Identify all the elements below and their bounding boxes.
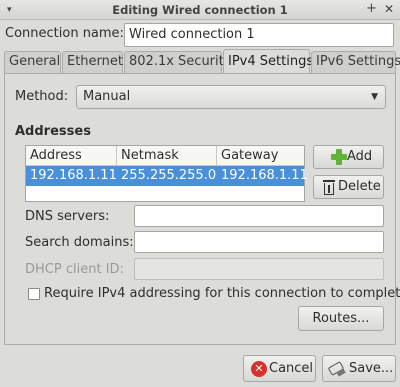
method-select[interactable]: Manual ▼ xyxy=(76,85,386,109)
table-row[interactable]: 192.168.1.11 255.255.255.0 192.168.1.11 xyxy=(26,166,308,186)
dns-servers-label: DNS servers: xyxy=(25,209,110,224)
column-netmask[interactable]: Netmask xyxy=(117,146,217,165)
row-address[interactable]: 192.168.1.11 xyxy=(26,166,117,186)
delete-label: Delete xyxy=(338,179,381,194)
tab-ethernet[interactable]: Ethernet xyxy=(62,51,123,73)
cancel-label: Cancel xyxy=(269,361,314,376)
cancel-icon: ✕ xyxy=(251,361,267,377)
search-domains-input[interactable] xyxy=(134,231,384,253)
column-gateway[interactable]: Gateway xyxy=(217,146,304,165)
column-address[interactable]: Address xyxy=(26,146,117,165)
row-gateway[interactable]: 192.168.1.11 xyxy=(217,166,308,186)
save-label: Save... xyxy=(349,361,394,376)
save-button[interactable]: Save... xyxy=(322,355,396,382)
trash-icon xyxy=(323,180,335,195)
require-ipv4-checkbox[interactable] xyxy=(28,288,40,300)
method-value: Manual xyxy=(83,89,131,104)
addresses-heading: Addresses xyxy=(15,124,91,139)
dns-servers-input[interactable] xyxy=(134,205,384,227)
row-netmask[interactable]: 255.255.255.0 xyxy=(117,166,216,186)
table-header: Address Netmask Gateway xyxy=(26,146,304,166)
add-label: Add xyxy=(347,149,373,164)
tab-general[interactable]: General xyxy=(4,51,61,73)
maximize-icon[interactable]: + xyxy=(366,2,377,15)
add-button[interactable]: Add xyxy=(313,145,384,169)
tab-ipv4-settings[interactable]: IPv4 Settings xyxy=(223,49,313,74)
cancel-button[interactable]: ✕ Cancel xyxy=(243,355,316,382)
add-icon xyxy=(331,149,347,165)
tab-bar: General Ethernet 802.1x Security IPv4 Se… xyxy=(4,49,400,74)
close-icon[interactable]: ✕ xyxy=(384,3,394,16)
routes-button[interactable]: Routes... xyxy=(298,306,384,331)
connection-name-label: Connection name: xyxy=(5,26,124,41)
delete-button[interactable]: Delete xyxy=(313,175,384,199)
window-title: Editing Wired connection 1 xyxy=(112,3,288,17)
tab-ipv6-settings[interactable]: IPv6 Settings xyxy=(311,51,400,73)
tab-8021x-security[interactable]: 802.1x Security xyxy=(124,51,231,73)
dhcp-client-id-label: DHCP client ID: xyxy=(25,262,124,277)
search-domains-label: Search domains: xyxy=(25,235,134,250)
title-bar: ▾ Editing Wired connection 1 + ✕ xyxy=(0,0,400,20)
connection-name-input[interactable]: Wired connection 1 xyxy=(124,23,394,47)
addresses-table[interactable]: Address Netmask Gateway 192.168.1.11 255… xyxy=(25,145,308,202)
save-icon xyxy=(327,361,346,377)
dhcp-client-id-input xyxy=(134,258,384,280)
chevron-down-icon: ▼ xyxy=(371,92,378,102)
require-ipv4-label[interactable]: Require IPv4 addressing for this connect… xyxy=(44,286,400,301)
method-label: Method: xyxy=(15,89,69,104)
